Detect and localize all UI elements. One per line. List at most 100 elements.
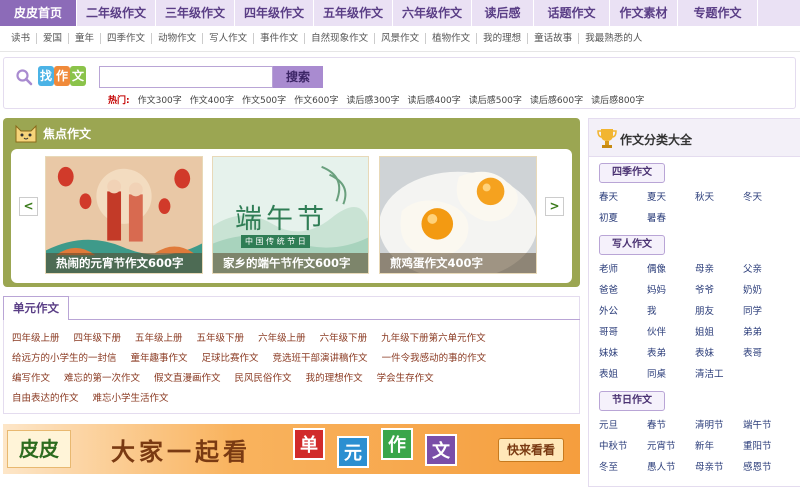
sidebar-section-tag[interactable]: 四季作文 [599,163,665,183]
unit-link[interactable]: 给远方的小学生的一封信 [12,349,117,369]
sidebar-category-link[interactable]: 暑春 [647,208,695,229]
sidebar-category-link[interactable]: 爷爷 [695,280,743,301]
hot-keyword[interactable]: 读后感500字 [469,93,522,106]
nav-item[interactable]: 六年级作文 [393,0,472,26]
sub-nav-item[interactable]: 童话故事 [527,33,578,44]
search-input[interactable] [99,66,273,88]
unit-link[interactable]: 六年级上册 [258,329,306,349]
sub-nav-item[interactable]: 植物作文 [425,33,476,44]
carousel-prev-button[interactable]: < [19,197,38,216]
sub-nav-item[interactable]: 我最熟悉的人 [578,33,648,44]
sidebar-category-link[interactable]: 清洁工 [695,364,743,385]
sidebar-category-link[interactable]: 表姐 [599,364,647,385]
hot-keyword[interactable]: 作文500字 [242,93,286,106]
sidebar-category-link[interactable]: 同学 [743,301,791,322]
carousel-card[interactable]: 端午节 中 国 传 统 节 日 家乡的端午节作文600字 [212,156,369,274]
unit-link[interactable]: 自由表达的作文 [12,389,79,409]
sidebar-category-link[interactable]: 春节 [647,415,695,436]
nav-item[interactable]: 专题作文 [678,0,758,26]
sidebar-category-link[interactable]: 母亲 [695,259,743,280]
nav-home[interactable]: 皮皮首页 [0,0,77,26]
sub-nav-item[interactable]: 事件作文 [253,33,304,44]
sub-nav-item[interactable]: 四季作文 [100,33,151,44]
unit-link[interactable]: 学会生存作文 [377,369,434,389]
sidebar-category-link[interactable]: 冬至 [599,457,647,478]
sidebar-category-link[interactable]: 感恩节 [743,457,791,478]
sidebar-category-link[interactable]: 元旦 [599,415,647,436]
hot-keyword[interactable]: 读后感600字 [530,93,583,106]
nav-item[interactable]: 作文素材 [610,0,678,26]
nav-item[interactable]: 读后感 [472,0,534,26]
nav-item[interactable]: 话题作文 [534,0,610,26]
unit-link[interactable]: 难忘的第一次作文 [64,369,140,389]
sidebar-category-link[interactable]: 朋友 [695,301,743,322]
unit-link[interactable]: 五年级下册 [197,329,245,349]
sub-nav-item[interactable]: 爱国 [36,33,68,44]
hot-keyword[interactable]: 读后感300字 [346,93,399,106]
sub-nav-item[interactable]: 风景作文 [374,33,425,44]
unit-link[interactable]: 民风民俗作文 [235,369,292,389]
sidebar-category-link[interactable]: 端午节 [743,415,791,436]
sidebar-category-link[interactable]: 父亲 [743,259,791,280]
sidebar-category-link[interactable]: 表妹 [695,343,743,364]
unit-link[interactable]: 五年级上册 [135,329,183,349]
sidebar-category-link[interactable]: 表弟 [647,343,695,364]
sidebar-category-link[interactable]: 哥哥 [599,322,647,343]
sub-nav-item[interactable]: 自然现象作文 [304,33,374,44]
nav-item[interactable]: 二年级作文 [77,0,156,26]
unit-link[interactable]: 童年趣事作文 [131,349,188,369]
nav-item[interactable]: 三年级作文 [156,0,235,26]
sidebar-category-link[interactable]: 新年 [695,436,743,457]
unit-essays-tab[interactable]: 单元作文 [3,296,69,320]
hot-keyword[interactable]: 读后感800字 [591,93,644,106]
sidebar-category-link[interactable]: 姐姐 [695,322,743,343]
hot-keyword[interactable]: 作文400字 [190,93,234,106]
sidebar-category-link[interactable]: 清明节 [695,415,743,436]
sidebar-category-link[interactable]: 外公 [599,301,647,322]
sidebar-category-link[interactable]: 表哥 [743,343,791,364]
sidebar-category-link[interactable]: 初夏 [599,208,647,229]
sub-nav-item[interactable]: 读书 [8,33,36,44]
nav-item[interactable]: 五年级作文 [314,0,393,26]
unit-link[interactable]: 假文直漫画作文 [154,369,221,389]
unit-link[interactable]: 足球比赛作文 [202,349,259,369]
sidebar-category-link[interactable]: 春天 [599,187,647,208]
sidebar-category-link[interactable]: 冬天 [743,187,791,208]
sidebar-category-link[interactable]: 弟弟 [743,322,791,343]
unit-link[interactable]: 一件令我感动的事的作文 [382,349,487,369]
sub-nav-item[interactable]: 写人作文 [202,33,253,44]
sidebar-section-tag[interactable]: 节日作文 [599,391,665,411]
unit-link[interactable]: 四年级上册 [12,329,60,349]
unit-link[interactable]: 四年级下册 [74,329,122,349]
sidebar-category-link[interactable]: 重阳节 [743,436,791,457]
unit-link[interactable]: 六年级下册 [320,329,368,349]
sidebar-category-link[interactable]: 元宵节 [647,436,695,457]
unit-link[interactable]: 编写作文 [12,369,50,389]
carousel-card[interactable]: 热闹的元宵节作文600字 [45,156,203,274]
sidebar-category-link[interactable]: 夏天 [647,187,695,208]
sidebar-category-link[interactable]: 偶像 [647,259,695,280]
nav-item[interactable]: 四年级作文 [235,0,314,26]
sidebar-category-link[interactable]: 爸爸 [599,280,647,301]
sidebar-category-link[interactable]: 中秋节 [599,436,647,457]
sub-nav-item[interactable]: 我的理想 [476,33,527,44]
hot-keyword[interactable]: 作文300字 [138,93,182,106]
sidebar-section-tag[interactable]: 写人作文 [599,235,665,255]
search-button[interactable]: 搜索 [273,66,323,88]
unit-link[interactable]: 竞选班干部演讲稿作文 [273,349,368,369]
sidebar-category-link[interactable]: 老师 [599,259,647,280]
sidebar-category-link[interactable]: 同桌 [647,364,695,385]
sub-nav-item[interactable]: 动物作文 [151,33,202,44]
sidebar-category-link[interactable]: 我 [647,301,695,322]
promo-banner[interactable]: 皮皮 大家一起看 单 元 作 文 快来看看 [3,424,580,474]
sidebar-category-link[interactable]: 奶奶 [743,280,791,301]
sidebar-category-link[interactable]: 妈妈 [647,280,695,301]
sidebar-category-link[interactable]: 伙伴 [647,322,695,343]
sidebar-category-link[interactable]: 秋天 [695,187,743,208]
unit-link[interactable]: 我的理想作文 [306,369,363,389]
sidebar-category-link[interactable]: 愚人节 [647,457,695,478]
sub-nav-item[interactable]: 童年 [68,33,100,44]
sidebar-category-link[interactable]: 母亲节 [695,457,743,478]
unit-link[interactable]: 九年级下册第六单元作文 [381,329,486,349]
carousel-card[interactable]: 煎鸡蛋作文400字 [379,156,537,274]
